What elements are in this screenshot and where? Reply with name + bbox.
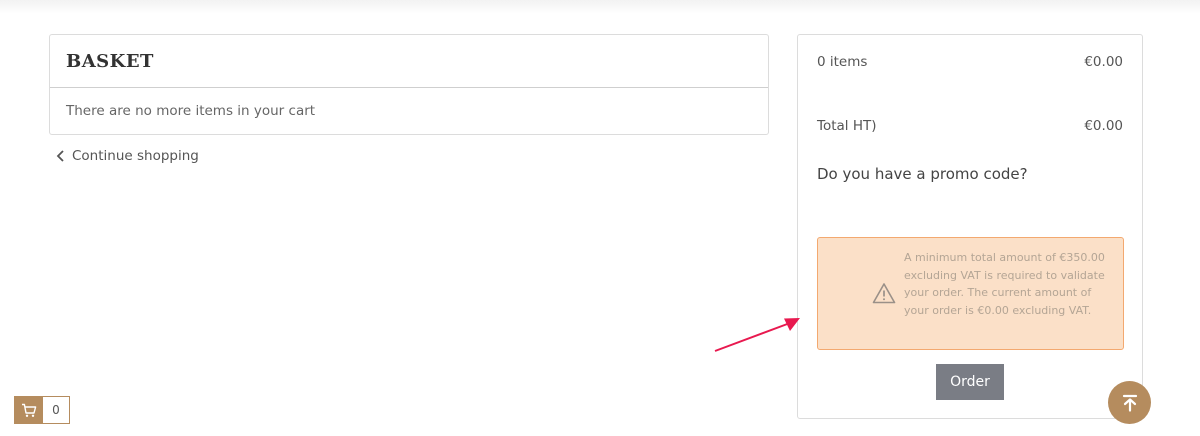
items-value: €0.00	[1084, 54, 1123, 70]
basket-card: BASKET There are no more items in your c…	[49, 34, 769, 135]
continue-shopping-label: Continue shopping	[72, 148, 199, 164]
basket-title: BASKET	[66, 51, 154, 72]
total-label: Total HT)	[817, 118, 877, 134]
minimum-amount-alert: A minimum total amount of €350.00 exclud…	[817, 237, 1124, 350]
cart-icon	[22, 403, 37, 417]
items-row: 0 items €0.00	[817, 54, 1123, 70]
chevron-left-icon	[56, 150, 64, 162]
items-label: 0 items	[817, 54, 868, 70]
top-bar	[0, 0, 1200, 14]
total-row: Total HT) €0.00	[817, 118, 1123, 134]
order-button[interactable]: Order	[936, 364, 1004, 400]
cart-icon-box	[15, 397, 43, 423]
order-summary-card: 0 items €0.00 Total HT) €0.00 Do you hav…	[797, 34, 1143, 419]
promo-code-toggle[interactable]: Do you have a promo code?	[817, 165, 1028, 183]
alert-message: A minimum total amount of €350.00 exclud…	[904, 251, 1105, 317]
scroll-to-top-button[interactable]	[1108, 381, 1151, 424]
arrow-up-to-top-icon	[1122, 394, 1137, 412]
floating-cart-widget[interactable]: 0	[14, 396, 70, 424]
annotation-arrow	[714, 318, 800, 352]
empty-cart-message: There are no more items in your cart	[66, 103, 316, 119]
basket-body: There are no more items in your cart	[50, 88, 768, 119]
warning-triangle-icon	[872, 283, 896, 304]
cart-count: 0	[52, 403, 60, 417]
basket-header: BASKET	[50, 35, 768, 88]
total-value: €0.00	[1084, 118, 1123, 134]
continue-shopping-link[interactable]: Continue shopping	[56, 148, 199, 164]
